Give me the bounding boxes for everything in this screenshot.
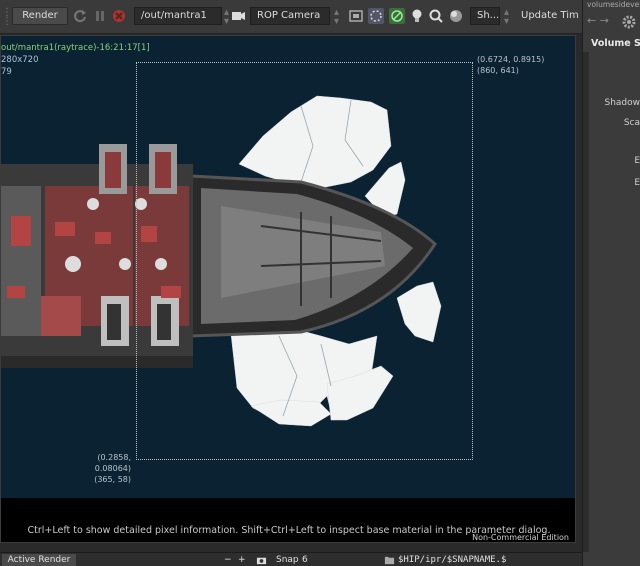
- param-label-e2: E: [634, 178, 640, 188]
- snapshot-path-field[interactable]: $HIP/ipr/$SNAPNAME.$: [398, 554, 506, 566]
- param-label-shadow: Shadow: [604, 98, 640, 108]
- render-region-box[interactable]: [136, 62, 473, 460]
- output-path-field[interactable]: /out/mantra1: [134, 7, 222, 25]
- render-info-line3: 79: [1, 67, 12, 77]
- region-bottom-uv: (0.2858, 0.08064): [94, 453, 131, 473]
- remove-snapshot-icon[interactable]: −: [224, 554, 232, 566]
- camera-spinner-icon[interactable]: ▴ ▾: [334, 8, 342, 27]
- snapshot-spinner-icon[interactable]: ▴ ▾: [504, 8, 512, 27]
- panel-scrollbar[interactable]: [583, 52, 589, 552]
- render-info-resolution: 280x720: [1, 55, 39, 65]
- toolbar-overflow-icon[interactable]: ‹: [572, 10, 576, 21]
- snap-value[interactable]: 6: [302, 554, 308, 566]
- shading-sphere-icon[interactable]: [448, 8, 464, 24]
- render-info: out/mantra1(raytrace)-16:21:17[1] 280x72…: [1, 42, 150, 78]
- watermark: Non-Commercial Edition: [472, 533, 569, 542]
- forward-arrow-icon[interactable]: →: [600, 14, 609, 27]
- param-label-scale: Sca: [623, 118, 640, 128]
- active-render-button[interactable]: Active Render: [2, 554, 76, 566]
- settings-gear-icon[interactable]: [621, 14, 637, 30]
- render-region-icon[interactable]: [348, 8, 364, 24]
- zoom-icon[interactable]: [428, 8, 444, 24]
- region-bottom-left-coords: (0.2858, 0.08064) (365, 58): [69, 452, 131, 485]
- render-view-toolbar: ⋮ ⋮ Render /out/mantra1 ▴ ▾ ROP Camera ▴ ▾ …: [0, 0, 582, 34]
- snap-label: Snap: [276, 555, 299, 565]
- render-button[interactable]: Render: [12, 7, 68, 25]
- region-top-px: (860, 641): [477, 66, 519, 75]
- folder-icon[interactable]: [384, 555, 395, 566]
- track-mouse-icon[interactable]: [368, 8, 384, 24]
- region-top-right-coords: (0.6724, 0.8915) (860, 641): [477, 54, 544, 76]
- stop-icon[interactable]: [111, 8, 127, 24]
- update-time-label[interactable]: Update Tim: [521, 10, 579, 21]
- node-path: volumesidevelc: [587, 0, 640, 9]
- preview-toggle-icon[interactable]: [389, 8, 405, 24]
- refresh-icon[interactable]: [72, 8, 88, 24]
- render-viewport[interactable]: out/mantra1(raytrace)-16:21:17[1] 280x72…: [0, 35, 576, 543]
- snapshot-camera-icon[interactable]: [256, 555, 267, 566]
- pick-camera-icon[interactable]: [230, 8, 246, 24]
- region-bottom-px: (365, 58): [94, 475, 131, 484]
- nav-arrows[interactable]: ← →: [587, 14, 609, 27]
- drag-handle-icon[interactable]: ⋮ ⋮: [2, 8, 12, 27]
- pause-icon[interactable]: [92, 8, 108, 24]
- add-snapshot-icon[interactable]: +: [238, 554, 246, 566]
- parameter-panel: volumesidevelc ← → Volume S Shadow Sca E…: [582, 0, 640, 566]
- snapshot-bar: Active Render − + Snap 6 $HIP/ipr/$SNAPN…: [0, 552, 582, 566]
- snapshot-select[interactable]: Sh...: [470, 7, 500, 25]
- camera-select[interactable]: ROP Camera: [250, 7, 330, 25]
- node-title: Volume S: [591, 38, 640, 49]
- render-info-title: out/mantra1(raytrace)-16:21:17[1]: [1, 43, 150, 53]
- back-arrow-icon[interactable]: ←: [587, 14, 596, 27]
- param-label-e1: E: [634, 156, 640, 166]
- light-bulb-icon[interactable]: [409, 8, 425, 24]
- region-top-uv: (0.6724, 0.8915): [477, 55, 545, 64]
